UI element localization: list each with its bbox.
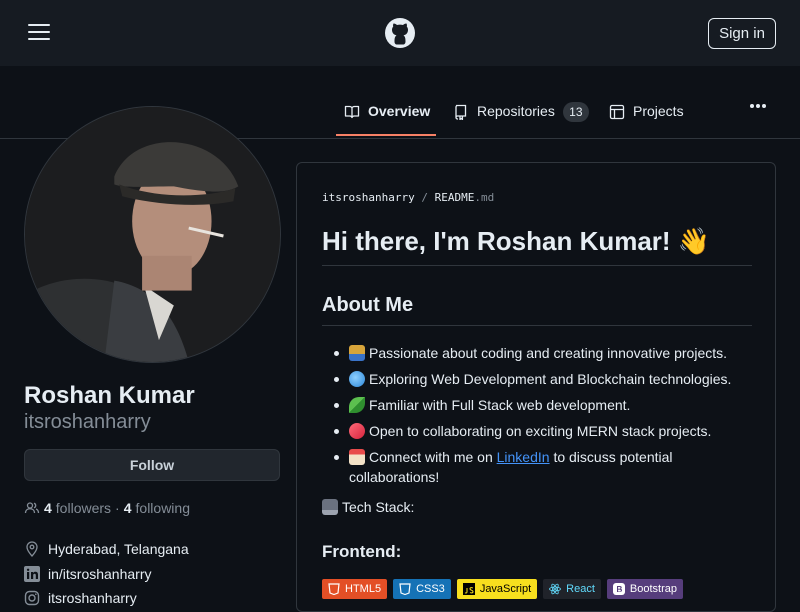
- location-row: Hyderabad, Telangana: [24, 541, 189, 557]
- about-item-text: Open to collaborating on exciting MERN s…: [369, 423, 712, 439]
- people-icon: [24, 502, 40, 514]
- tab-repositories-label: Repositories: [477, 103, 555, 119]
- stat-separator: ·: [115, 500, 120, 516]
- tab-overview-label: Overview: [368, 103, 431, 119]
- javascript-badge-label: JavaScript: [479, 583, 532, 595]
- readme-card: itsroshanharry / README.md Hi there, I'm…: [296, 162, 776, 612]
- frontend-badges: HTML5 CSS3 JavaScript React Bootstrap: [322, 579, 684, 599]
- about-item-text: Familiar with Full Stack web development…: [369, 397, 631, 413]
- following-link[interactable]: following: [136, 500, 190, 516]
- list-item: Open to collaborating on exciting MERN s…: [334, 421, 749, 441]
- bootstrap-badge-label: Bootstrap: [629, 583, 678, 595]
- seedling-icon: [349, 397, 365, 413]
- bootstrap-badge[interactable]: Bootstrap: [606, 579, 684, 599]
- laptop-icon: [322, 499, 338, 515]
- tech-stack-text: Tech Stack:: [342, 499, 415, 515]
- repositories-count-badge: 13: [562, 102, 589, 122]
- location-pin-icon: [26, 541, 38, 557]
- list-item: Passionate about coding and creating inn…: [334, 343, 749, 363]
- instagram-link[interactable]: itsroshanharry: [48, 590, 137, 606]
- readme-path: itsroshanharry / README.md: [322, 191, 494, 204]
- about-heading: About Me: [322, 294, 752, 326]
- more-options-icon[interactable]: [750, 95, 770, 108]
- html5-badge-label: HTML5: [345, 583, 382, 595]
- html5-badge[interactable]: HTML5: [322, 579, 388, 599]
- following-count[interactable]: 4: [124, 500, 132, 516]
- instagram-icon: [24, 590, 40, 606]
- profile-photo-image: [25, 107, 280, 362]
- instagram-row[interactable]: itsroshanharry: [24, 590, 137, 606]
- list-item: Exploring Web Development and Blockchain…: [334, 369, 749, 389]
- connect-text-before: Connect with me on: [369, 449, 497, 465]
- profile-name: Roshan Kumar: [24, 382, 195, 409]
- location-text: Hyderabad, Telangana: [48, 541, 189, 557]
- react-badge[interactable]: React: [543, 579, 601, 599]
- linkedin-readme-link[interactable]: LinkedIn: [497, 449, 550, 465]
- react-icon: [549, 583, 562, 595]
- readme-file-link[interactable]: README: [435, 191, 475, 204]
- css3-badge[interactable]: CSS3: [393, 579, 451, 599]
- html5-icon: [328, 583, 340, 595]
- tab-projects[interactable]: Projects: [609, 103, 684, 137]
- css3-badge-label: CSS3: [416, 583, 445, 595]
- book-icon: [344, 105, 360, 119]
- avatar[interactable]: [24, 106, 281, 363]
- about-item-text: Passionate about coding and creating inn…: [369, 345, 728, 361]
- readme-title: Hi there, I'm Roshan Kumar! 👋: [322, 226, 752, 266]
- javascript-badge[interactable]: JavaScript: [456, 579, 538, 599]
- github-logo-icon[interactable]: [384, 17, 416, 49]
- globe-icon: [349, 371, 365, 387]
- hamburger-icon[interactable]: [28, 24, 50, 40]
- readme-owner-link[interactable]: itsroshanharry: [322, 191, 415, 204]
- list-item: Familiar with Full Stack web development…: [334, 395, 749, 415]
- linkedin-link[interactable]: in/itsroshanharry: [48, 566, 152, 582]
- active-tab-underline: [336, 134, 436, 136]
- followers-count[interactable]: 4: [44, 500, 52, 516]
- top-navigation: Sign in: [0, 0, 800, 66]
- followers-following: 4 followers · 4 following: [24, 500, 190, 516]
- linkedin-icon: [24, 566, 40, 582]
- handshake-icon: [349, 423, 365, 439]
- path-separator: /: [421, 191, 428, 204]
- about-list: Passionate about coding and creating inn…: [334, 343, 749, 493]
- technologist-icon: [349, 345, 365, 361]
- javascript-icon: [462, 583, 475, 595]
- tab-overview[interactable]: Overview: [344, 103, 430, 137]
- readme-file-extension: .md: [474, 191, 495, 204]
- profile-username: itsroshanharry: [24, 411, 151, 433]
- followers-link[interactable]: followers: [56, 500, 111, 516]
- repo-icon: [455, 104, 467, 120]
- bootstrap-icon: [612, 583, 625, 595]
- tab-projects-label: Projects: [633, 103, 684, 119]
- about-item-text: Exploring Web Development and Blockchain…: [369, 371, 732, 387]
- css3-icon: [399, 583, 411, 595]
- linkedin-row[interactable]: in/itsroshanharry: [24, 566, 152, 582]
- sign-in-button[interactable]: Sign in: [708, 18, 776, 49]
- mailbox-icon: [349, 449, 365, 465]
- frontend-heading: Frontend:: [322, 542, 402, 561]
- list-item: Connect with me on LinkedIn to discuss p…: [334, 447, 749, 487]
- tech-stack-label: Tech Stack:: [322, 499, 414, 515]
- tab-repositories[interactable]: Repositories 13: [453, 102, 589, 137]
- react-badge-label: React: [566, 583, 595, 595]
- follow-button[interactable]: Follow: [24, 449, 280, 481]
- project-table-icon: [609, 104, 625, 120]
